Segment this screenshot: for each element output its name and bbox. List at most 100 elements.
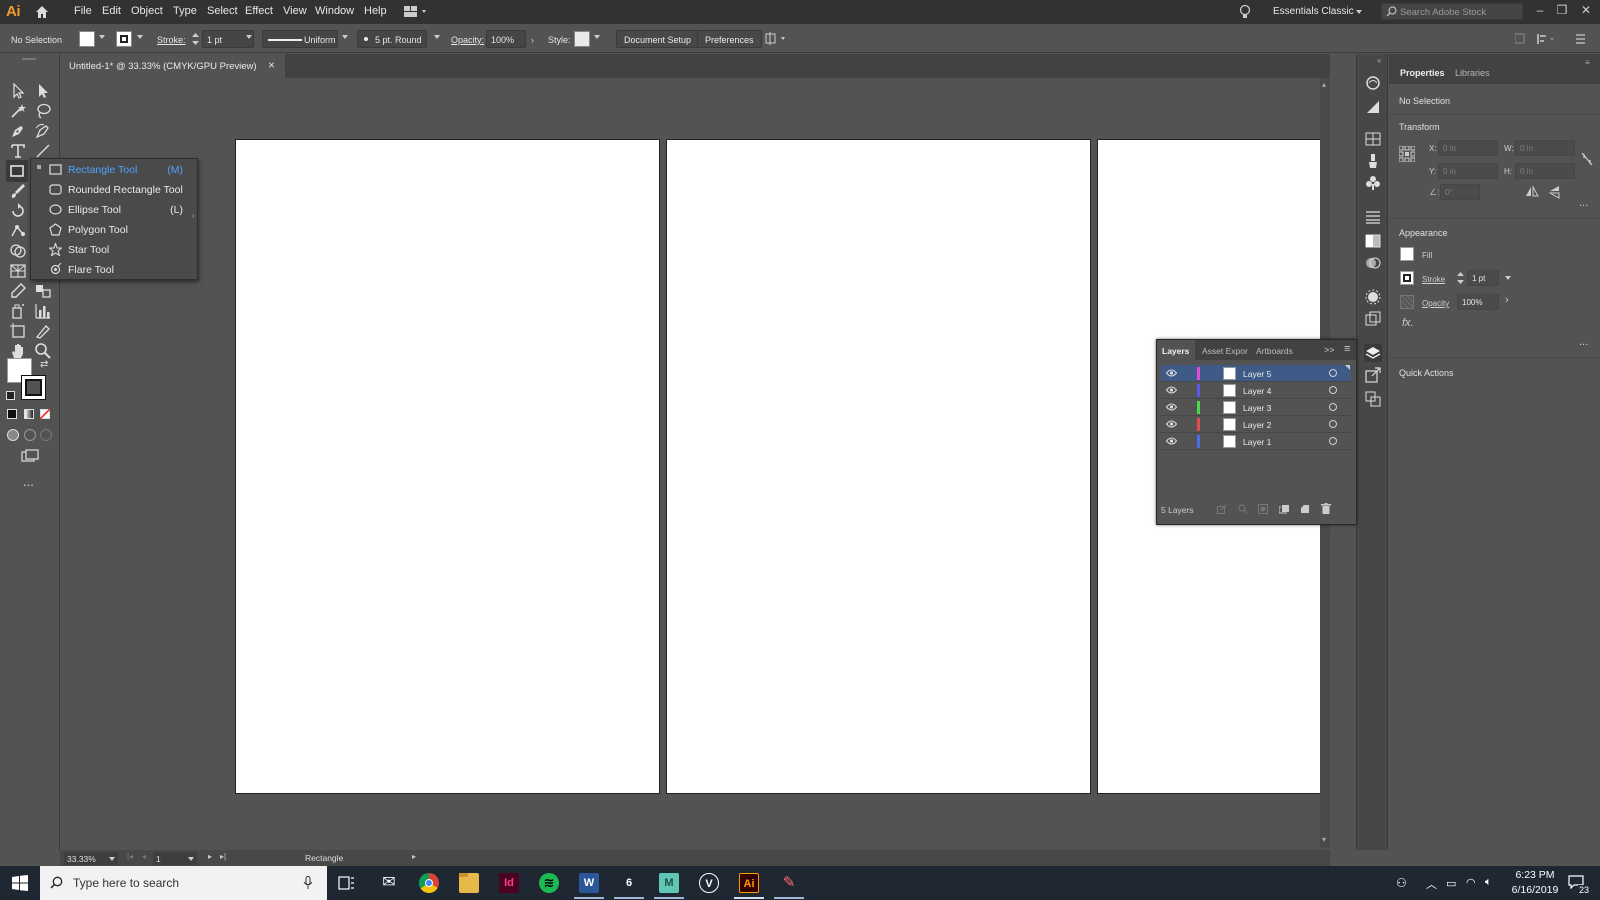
battery-icon[interactable]: ▭: [1446, 877, 1456, 890]
layer-name[interactable]: Layer 1: [1243, 437, 1271, 447]
rotate-field[interactable]: 0°: [1440, 184, 1480, 200]
blend-tool-icon[interactable]: [33, 282, 53, 300]
make-clipping-mask-icon[interactable]: [1258, 504, 1268, 514]
selection-tool-icon[interactable]: [8, 82, 28, 100]
lightbulb-icon[interactable]: [1238, 4, 1252, 20]
artboard-tool-icon[interactable]: [8, 322, 28, 340]
rectangle-tool-option[interactable]: Rectangle Tool (M): [31, 160, 199, 180]
y-field[interactable]: 0 in: [1438, 163, 1498, 179]
layer-target-icon[interactable]: [1329, 386, 1337, 394]
magic-wand-tool-icon[interactable]: [8, 102, 28, 120]
microphone-icon[interactable]: [303, 876, 313, 890]
stroke-swatch-appearance[interactable]: [1400, 271, 1414, 285]
column-graph-tool-icon[interactable]: [33, 302, 53, 320]
perspective-grid-tool-icon[interactable]: [8, 262, 28, 280]
layer-name[interactable]: Layer 3: [1243, 403, 1271, 413]
appearance-stroke-dropdown-icon[interactable]: [1505, 276, 1511, 280]
layer-name[interactable]: Layer 5: [1243, 369, 1271, 379]
swap-fill-stroke-icon[interactable]: ⇄: [40, 359, 48, 370]
layer-name[interactable]: Layer 4: [1243, 386, 1271, 396]
stroke-weight-field[interactable]: 1 pt: [202, 30, 254, 48]
draw-normal-icon[interactable]: [7, 429, 19, 441]
flip-vertical-icon[interactable]: [1549, 185, 1561, 199]
brush-dropdown-icon[interactable]: [434, 35, 440, 39]
create-sublayer-icon[interactable]: [1279, 504, 1290, 514]
menu-window[interactable]: Window: [315, 5, 354, 17]
rotate-tool-icon[interactable]: [8, 202, 28, 220]
people-icon[interactable]: ⚇: [1396, 876, 1407, 890]
appearance-opacity-field[interactable]: 100%: [1457, 294, 1499, 310]
graphic-style-swatch[interactable]: [574, 31, 590, 47]
visibility-eye-icon[interactable]: [1166, 403, 1177, 411]
menu-help[interactable]: Help: [364, 5, 387, 17]
clock-time[interactable]: 6:23 PM: [1510, 869, 1560, 881]
fill-dropdown-icon[interactable]: [99, 35, 105, 39]
last-artboard-icon[interactable]: ▸|: [220, 852, 226, 861]
lasso-tool-icon[interactable]: [33, 102, 53, 120]
symbols-icon[interactable]: [1364, 174, 1382, 192]
visibility-eye-icon[interactable]: [1166, 420, 1177, 428]
locate-object-icon[interactable]: [1238, 504, 1248, 514]
scroll-up-icon[interactable]: ▴: [1322, 80, 1326, 89]
layer-target-icon[interactable]: [1329, 403, 1337, 411]
rounded-rectangle-tool-option[interactable]: Rounded Rectangle Tool: [31, 180, 199, 200]
flip-horizontal-icon[interactable]: [1525, 186, 1539, 198]
eyedropper-tool-icon[interactable]: [8, 282, 28, 300]
tab-artboards[interactable]: Artboards: [1256, 346, 1293, 356]
taskbar-app-spotify[interactable]: ≋: [539, 873, 559, 893]
visibility-eye-icon[interactable]: [1166, 437, 1177, 445]
slice-tool-icon[interactable]: [33, 322, 53, 340]
reference-point-icon[interactable]: [1399, 146, 1415, 162]
variable-width-profile[interactable]: Uniform: [262, 30, 338, 48]
flare-tool-option[interactable]: Flare Tool: [31, 260, 199, 280]
wifi-icon[interactable]: ◠: [1466, 876, 1476, 889]
minimize-button[interactable]: –: [1532, 3, 1548, 19]
taskbar-app-file-explorer[interactable]: [459, 873, 479, 893]
fx-effects-button[interactable]: fx.: [1402, 317, 1414, 329]
polygon-tool-option[interactable]: Polygon Tool: [31, 220, 199, 240]
taskbar-app-word[interactable]: W: [579, 873, 599, 893]
gradient-mode-icon[interactable]: [24, 409, 34, 419]
windows-start-icon[interactable]: [12, 875, 28, 891]
pen-tool-icon[interactable]: [8, 122, 28, 140]
layer-row[interactable]: Layer 3: [1161, 399, 1351, 416]
appearance-panel-icon[interactable]: [1364, 288, 1382, 306]
align-to-icon[interactable]: [765, 32, 789, 46]
layer-target-icon[interactable]: [1329, 437, 1337, 445]
color-mode-icon[interactable]: [7, 409, 17, 419]
previous-artboard-icon[interactable]: ◂: [142, 852, 146, 861]
graphic-styles-icon[interactable]: [1364, 310, 1382, 328]
h-field[interactable]: 0 in: [1515, 163, 1575, 179]
symbol-sprayer-tool-icon[interactable]: [8, 302, 28, 320]
none-mode-icon[interactable]: [40, 409, 50, 419]
layer-row[interactable]: Layer 2: [1161, 416, 1351, 433]
close-window-button[interactable]: ✕: [1578, 3, 1594, 19]
clock-date[interactable]: 6/16/2019: [1507, 884, 1563, 896]
scroll-down-icon[interactable]: ▾: [1322, 835, 1326, 844]
panel-menu-icon[interactable]: ≡: [1585, 58, 1590, 67]
style-dropdown-icon[interactable]: [594, 35, 600, 39]
opacity-expand-icon[interactable]: ›: [531, 35, 534, 45]
arrange-panels-icon[interactable]: [1515, 33, 1585, 45]
zoom-tool-icon[interactable]: [33, 342, 53, 360]
next-artboard-icon[interactable]: ▸: [208, 852, 212, 861]
stroke-color-swatch[interactable]: [21, 375, 46, 400]
appearance-stroke-field[interactable]: 1 pt: [1467, 270, 1499, 286]
document-tab[interactable]: Untitled-1* @ 33.33% (CMYK/GPU Preview) …: [60, 54, 285, 78]
restore-button[interactable]: ❐: [1554, 3, 1570, 19]
layers-panel-icon[interactable]: [1364, 344, 1382, 362]
opacity-field[interactable]: 100%: [486, 30, 526, 48]
tab-asset-export[interactable]: Asset Expor: [1202, 346, 1248, 356]
layers-menu-icon[interactable]: ≡: [1344, 343, 1350, 355]
paintbrush-tool-icon[interactable]: [8, 182, 28, 200]
taskbar-app-m[interactable]: M: [659, 873, 679, 893]
document-setup-button[interactable]: Document Setup: [616, 30, 700, 48]
edit-toolbar-button[interactable]: ...: [23, 474, 34, 489]
adobe-stock-search[interactable]: Search Adobe Stock: [1381, 3, 1523, 20]
arrange-documents-icon[interactable]: [404, 6, 430, 18]
color-guide-icon[interactable]: [1364, 98, 1382, 116]
tab-libraries[interactable]: Libraries: [1455, 68, 1490, 78]
visibility-eye-icon[interactable]: [1166, 369, 1177, 377]
artboard-2[interactable]: [666, 139, 1091, 794]
draw-inside-icon[interactable]: [40, 429, 52, 441]
